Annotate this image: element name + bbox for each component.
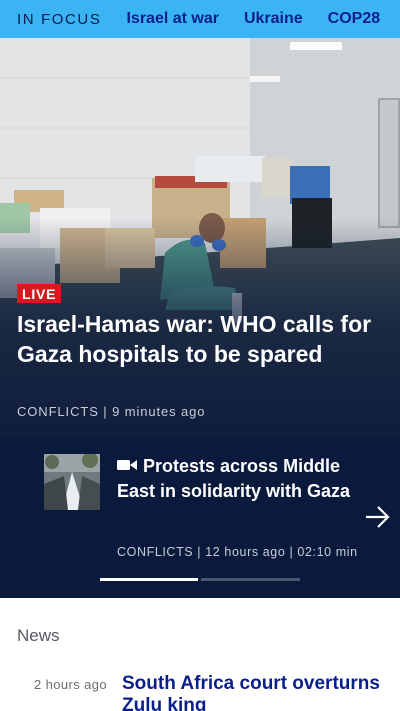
- focus-link-ukraine[interactable]: Ukraine: [244, 10, 303, 28]
- news-section-title: News: [17, 626, 60, 645]
- video-camera-icon: [117, 460, 137, 470]
- in-focus-label: IN FOCUS: [17, 10, 102, 28]
- hero-meta: CONFLICTS | 9 minutes ago: [17, 404, 206, 419]
- hero-gradient-overlay: [0, 38, 400, 438]
- focus-link-cop28[interactable]: COP28: [328, 10, 380, 28]
- news-item-time: 2 hours ago: [34, 677, 108, 692]
- carousel-page-indicator-active[interactable]: [100, 578, 198, 581]
- in-focus-bar: IN FOCUS Israel at war Ukraine COP28: [0, 0, 400, 38]
- carousel-page-indicator[interactable]: [201, 578, 300, 581]
- news-item-headline[interactable]: South Africa court overturns Zulu king: [122, 673, 382, 711]
- video-headline-text: Protests across Middle East in solidarit…: [117, 456, 351, 501]
- video-carousel[interactable]: Protests across Middle East in solidarit…: [0, 438, 400, 598]
- video-headline[interactable]: Protests across Middle East in solidarit…: [117, 454, 367, 503]
- focus-link-israel-at-war[interactable]: Israel at war: [126, 10, 219, 28]
- live-badge: LIVE: [17, 284, 62, 303]
- carousel-pagination: [100, 578, 300, 581]
- hero-headline[interactable]: Israel-Hamas war: WHO calls for Gaza hos…: [17, 310, 387, 369]
- arrow-right-icon[interactable]: [362, 502, 392, 532]
- hero-story[interactable]: LIVE Israel-Hamas war: WHO calls for Gaz…: [0, 38, 400, 438]
- video-thumbnail[interactable]: [44, 454, 100, 510]
- video-meta: CONFLICTS | 12 hours ago | 02:10 min: [117, 545, 358, 559]
